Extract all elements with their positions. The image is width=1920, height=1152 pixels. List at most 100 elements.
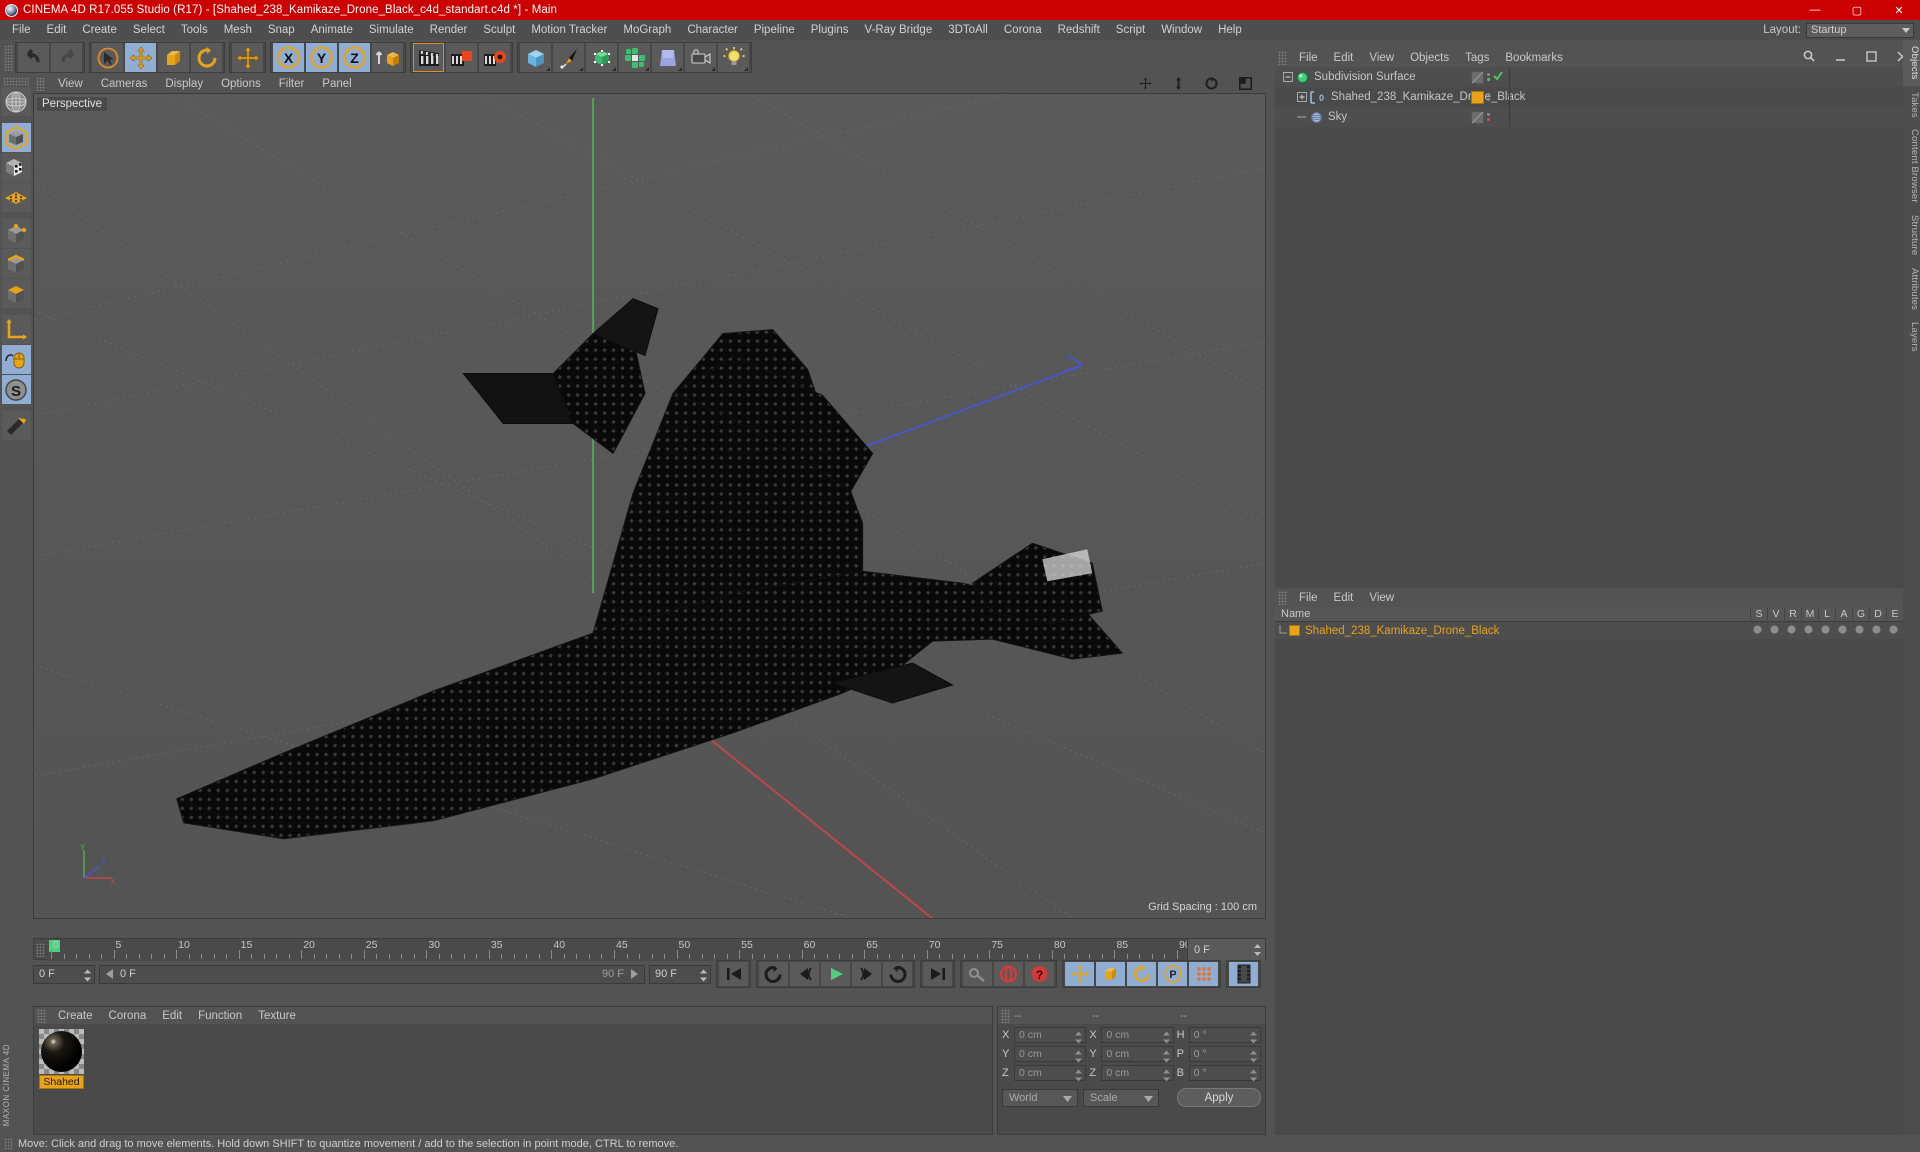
- scale-key-button[interactable]: [1096, 962, 1125, 986]
- viewport-menu-filter[interactable]: Filter: [270, 78, 314, 90]
- object-tag-column[interactable]: [1471, 107, 1509, 127]
- menu-item-script[interactable]: Script: [1108, 20, 1153, 40]
- viewport-menu-display[interactable]: Display: [156, 78, 212, 90]
- object-manager-menu-objects[interactable]: Objects: [1402, 52, 1457, 64]
- visibility-dots[interactable]: [1487, 93, 1490, 101]
- attribute-row[interactable]: Shahed_238_Kamikaze_Drone_Black: [1275, 622, 1920, 639]
- object-row[interactable]: 0 Shahed_238_Kamikaze_Drone_Black: [1275, 87, 1920, 107]
- menu-item-mograph[interactable]: MoGraph: [615, 20, 679, 40]
- column-header-e[interactable]: E: [1886, 608, 1903, 620]
- spinner-icon[interactable]: [1249, 1069, 1257, 1082]
- cache-icon[interactable]: [1888, 622, 1899, 640]
- live-selection-button[interactable]: [92, 43, 123, 72]
- side-tab-attributes[interactable]: Attributes: [1903, 262, 1920, 316]
- attribute-rows[interactable]: Shahed_238_Kamikaze_Drone_Black: [1275, 622, 1920, 639]
- column-header-v[interactable]: V: [1767, 608, 1784, 620]
- viewport-canvas[interactable]: Perspective Grid Spacing : 100 cm Y X Z: [33, 93, 1266, 919]
- column-header-m[interactable]: M: [1801, 608, 1818, 620]
- visibility-dots[interactable]: [1487, 73, 1490, 81]
- viewport-menu-panel[interactable]: Panel: [313, 78, 360, 90]
- redo-button[interactable]: [51, 43, 82, 72]
- object-name[interactable]: Sky: [1328, 111, 1347, 123]
- render-visible-icon[interactable]: [1786, 622, 1797, 640]
- column-header-l[interactable]: L: [1818, 608, 1835, 620]
- menu-item-help[interactable]: Help: [1210, 20, 1250, 40]
- add-cube-button[interactable]: [520, 43, 551, 72]
- object-manager-menu-bookmarks[interactable]: Bookmarks: [1497, 52, 1571, 64]
- object-properties-icon[interactable]: [1752, 622, 1763, 640]
- go-to-next-key-button[interactable]: [883, 962, 912, 986]
- move-button[interactable]: [232, 43, 263, 72]
- column-header-a[interactable]: A: [1835, 608, 1852, 620]
- undo-button[interactable]: [18, 43, 49, 72]
- extra-tool-button[interactable]: [1, 411, 31, 440]
- position-key-button[interactable]: [1065, 962, 1094, 986]
- add-generator-button[interactable]: [586, 43, 617, 72]
- menu-item-plugins[interactable]: Plugins: [803, 20, 857, 40]
- viewport-menu-options[interactable]: Options: [212, 78, 270, 90]
- close-button[interactable]: ✕: [1878, 0, 1920, 20]
- lock-y-button[interactable]: Y: [306, 43, 337, 72]
- current-frame-field[interactable]: 0 F: [33, 964, 95, 984]
- menu-item-v-ray-bridge[interactable]: V-Ray Bridge: [856, 20, 940, 40]
- editor-visible-icon[interactable]: [1769, 622, 1780, 640]
- go-to-end-button[interactable]: [923, 962, 952, 986]
- point-level-animation-button[interactable]: [1189, 962, 1218, 986]
- editor-visibility-dot[interactable]: [1487, 93, 1490, 96]
- timeline-track[interactable]: 0 5 10 15 20 25 30 35 40 45 50 55 60 65 70 75 80 85 90: [47, 939, 1191, 961]
- model-mode-button[interactable]: [1, 123, 31, 152]
- add-deformer-button[interactable]: [619, 43, 650, 72]
- workplane-button[interactable]: S: [1, 375, 31, 404]
- keyframe-selection-button[interactable]: ?: [1025, 962, 1054, 986]
- menu-item-simulate[interactable]: Simulate: [361, 20, 422, 40]
- scale-tool-button[interactable]: [158, 43, 189, 72]
- add-spline-button[interactable]: [553, 43, 584, 72]
- material-item[interactable]: Shahed: [39, 1029, 84, 1089]
- expander-plus-icon[interactable]: [1295, 92, 1308, 102]
- object-tag-column[interactable]: [1471, 87, 1509, 107]
- minimize-button[interactable]: —: [1794, 0, 1836, 20]
- material-manager-grip[interactable]: [37, 1008, 46, 1023]
- preview-range-field[interactable]: 0 F 90 F: [99, 964, 645, 984]
- menu-item-3dtoall[interactable]: 3DToAll: [940, 20, 996, 40]
- render-visibility-dot[interactable]: [1487, 98, 1490, 101]
- menu-item-select[interactable]: Select: [125, 20, 173, 40]
- render-visibility-dot[interactable]: [1487, 78, 1490, 81]
- size-y-input[interactable]: 0 cm: [1101, 1046, 1174, 1063]
- lock-z-button[interactable]: Z: [339, 43, 370, 72]
- object-name[interactable]: Subdivision Surface: [1314, 71, 1416, 83]
- viewport-menu-view[interactable]: View: [49, 78, 92, 90]
- menu-item-sculpt[interactable]: Sculpt: [475, 20, 523, 40]
- face-mode-button[interactable]: [1, 279, 31, 308]
- spinner-icon[interactable]: [1249, 1031, 1257, 1044]
- rotation-h-input[interactable]: 0 °: [1188, 1027, 1261, 1044]
- expander-minus-icon[interactable]: [1281, 72, 1294, 82]
- render-view-button[interactable]: [413, 43, 444, 72]
- spinner-icon[interactable]: [1254, 944, 1261, 956]
- side-tab-takes[interactable]: Takes: [1903, 86, 1920, 124]
- size-x-input[interactable]: 0 cm: [1101, 1027, 1174, 1044]
- step-forward-button[interactable]: [852, 962, 881, 986]
- toolbar-grip[interactable]: [4, 44, 13, 71]
- material-menu-edit[interactable]: Edit: [154, 1010, 190, 1022]
- menu-item-edit[interactable]: Edit: [39, 20, 75, 40]
- column-header-r[interactable]: R: [1784, 608, 1801, 620]
- enabled-check-icon[interactable]: [1493, 68, 1503, 86]
- layout-dropdown[interactable]: Startup: [1806, 22, 1914, 38]
- column-header-s[interactable]: S: [1750, 608, 1767, 620]
- attribute-manager-grip[interactable]: [1278, 590, 1287, 605]
- texture-mode-button[interactable]: [1, 153, 31, 182]
- maximize-view-icon[interactable]: [1230, 77, 1261, 93]
- timeline-grip[interactable]: [36, 943, 45, 957]
- spinner-icon[interactable]: [700, 969, 707, 982]
- column-header-d[interactable]: D: [1869, 608, 1886, 620]
- enable-snapping-button[interactable]: [1, 345, 31, 374]
- visibility-dots[interactable]: [1487, 113, 1490, 121]
- tree-link-icon[interactable]: [1803, 622, 1814, 640]
- spinner-icon[interactable]: [1162, 1069, 1170, 1082]
- column-header-g[interactable]: G: [1852, 608, 1869, 620]
- move-tool-button[interactable]: [125, 43, 156, 72]
- attribute-menu-file[interactable]: File: [1291, 592, 1326, 604]
- rotate-tool-button[interactable]: [191, 43, 222, 72]
- material-preview[interactable]: [39, 1029, 84, 1074]
